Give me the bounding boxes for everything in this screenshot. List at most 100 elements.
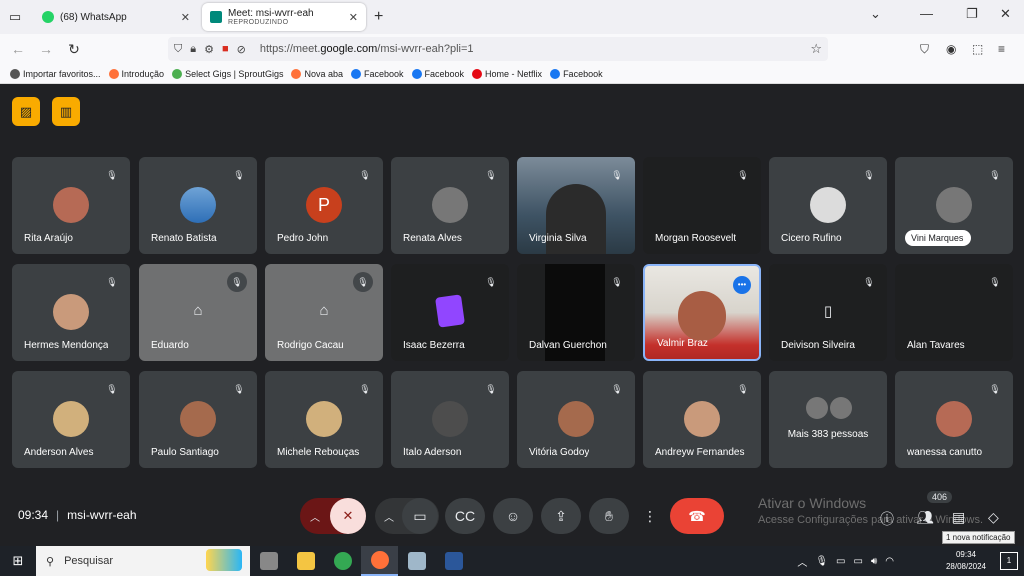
minimize-icon[interactable]: — bbox=[920, 6, 933, 21]
leave-call-button[interactable]: ☎︎ bbox=[670, 498, 724, 534]
back-icon[interactable]: ← bbox=[4, 41, 32, 57]
camera-icon[interactable]: ■ bbox=[222, 43, 229, 55]
chevron-down-icon[interactable]: ⌄ bbox=[870, 6, 881, 22]
participant-tile[interactable]: 🎙︎ Vitória Godoy bbox=[517, 371, 635, 468]
tab-whatsapp[interactable]: (68) WhatsApp ✕ bbox=[34, 3, 198, 31]
forward-icon[interactable]: → bbox=[32, 41, 60, 57]
tab-meet[interactable]: Meet: msi-wvrr-eah REPRODUZINDO ✕ bbox=[202, 3, 366, 31]
camera-off-icon[interactable]: ▨ bbox=[12, 97, 40, 126]
participant-tile[interactable]: 🎙︎ Paulo Santiago bbox=[139, 371, 257, 468]
camera-options-chevron-icon[interactable]: ︿ bbox=[376, 509, 402, 524]
taskbar-search[interactable]: ⚲ Pesquisar bbox=[36, 546, 250, 576]
mic-icon[interactable]: 🎙︎ bbox=[815, 556, 828, 567]
people-icon[interactable]: 👥︎ bbox=[916, 509, 934, 526]
bookmark-item[interactable]: Facebook bbox=[411, 68, 464, 79]
participant-tile[interactable]: 🎙︎ Renato Batista bbox=[139, 157, 257, 254]
participant-tile[interactable]: ▯ 🎙︎ Deivison Silveira bbox=[769, 264, 887, 361]
activities-icon[interactable]: ◇ bbox=[988, 509, 999, 526]
chevron-up-icon[interactable]: ︿ bbox=[797, 554, 807, 569]
new-tab-button[interactable]: + bbox=[374, 8, 383, 26]
extensions-icon[interactable]: ⬚ bbox=[972, 42, 983, 56]
participant-tile[interactable]: ⌂ 🎙︎ Eduardo bbox=[139, 264, 257, 361]
raise-hand-button[interactable]: ✋︎ bbox=[589, 498, 629, 534]
participant-tile[interactable]: 🎙︎ Alan Tavares bbox=[895, 264, 1013, 361]
participant-tile[interactable]: P 🎙︎ Pedro John bbox=[265, 157, 383, 254]
tab-list-icon[interactable]: ▭ bbox=[0, 2, 30, 32]
close-tab-icon[interactable]: ✕ bbox=[181, 11, 190, 24]
bookmark-star-icon[interactable]: ☆ bbox=[810, 41, 822, 57]
mic-muted-icon[interactable]: ⊘ bbox=[237, 43, 246, 56]
clock[interactable]: 09:34 28/08/2024 bbox=[946, 549, 986, 573]
participant-tile[interactable]: 🎙︎ Morgan Roosevelt bbox=[643, 157, 761, 254]
wifi-icon[interactable]: ◠ bbox=[885, 556, 894, 567]
meet-stage: ▨ ▥ 🎙︎ Rita Araújo 🎙︎ Renato Batista P 🎙︎ Pedr… bbox=[0, 85, 1024, 546]
speaking-indicator-icon: ••• bbox=[733, 276, 751, 294]
mic-muted-icon: 🎙︎ bbox=[611, 276, 623, 287]
bookmark-item[interactable]: Nova aba bbox=[291, 68, 343, 79]
participant-tile[interactable]: 🎙︎ Ítalo Aderson bbox=[391, 371, 509, 468]
avatar bbox=[306, 401, 342, 437]
shield-icon[interactable]: ⛉ bbox=[174, 43, 182, 56]
url-bar[interactable]: ⛉ 🔒︎ ⚙ ■ ⊘ https://meet.google.com/msi-w… bbox=[168, 37, 828, 61]
pocket-icon[interactable]: ⛉ bbox=[920, 42, 929, 57]
reload-icon[interactable]: ↻ bbox=[60, 41, 88, 58]
reactions-button[interactable]: ☺ bbox=[493, 498, 533, 534]
participant-name: Andreyw Fernandes bbox=[655, 447, 745, 458]
mic-muted-icon: 🎙︎ bbox=[737, 383, 749, 394]
lock-icon[interactable]: 🔒︎ bbox=[190, 43, 196, 56]
search-placeholder: Pesquisar bbox=[64, 555, 113, 567]
mic-muted-icon: 🎙︎ bbox=[359, 169, 371, 180]
present-button[interactable]: ⇪ bbox=[541, 498, 581, 534]
bookmark-item[interactable]: Introdução bbox=[108, 68, 164, 79]
camera-icon[interactable]: ▭ bbox=[402, 498, 438, 534]
participant-tile[interactable]: 🎙︎ Anderson Alves bbox=[12, 371, 130, 468]
firefox-taskbar-icon[interactable] bbox=[361, 546, 398, 576]
participant-tile[interactable]: 🎙︎ Andreyw Fernandes bbox=[643, 371, 761, 468]
word-taskbar-icon[interactable] bbox=[435, 546, 472, 576]
volume-icon[interactable]: 🔊︎ bbox=[871, 556, 877, 567]
participant-tile[interactable]: 🎙︎ wanessa canutto bbox=[895, 371, 1013, 468]
participant-name: Anderson Alves bbox=[24, 447, 94, 458]
participant-tile[interactable]: 🎙︎ Isaac Bezerra bbox=[391, 264, 509, 361]
netflix-icon bbox=[472, 68, 483, 79]
mic-options-chevron-icon[interactable]: ︿ bbox=[300, 509, 330, 524]
building-icon[interactable]: ▥ bbox=[52, 97, 80, 126]
restore-icon[interactable]: ❐ bbox=[966, 6, 978, 22]
network-icon[interactable]: ▭ bbox=[854, 556, 863, 567]
file-explorer-taskbar-icon[interactable] bbox=[287, 546, 324, 576]
notification-center-icon[interactable]: 1 bbox=[1000, 552, 1018, 570]
windows-start-icon[interactable]: ⊞ bbox=[0, 553, 36, 569]
more-options-button[interactable]: ⋮ bbox=[637, 498, 663, 534]
close-tab-icon[interactable]: ✕ bbox=[349, 11, 358, 24]
participant-tile[interactable]: 🎙︎ Rita Araújo bbox=[12, 157, 130, 254]
participant-tile[interactable]: Mais 383 pessoas bbox=[769, 371, 887, 468]
participant-tile[interactable]: 🎙︎ Dalvan Guerchon bbox=[517, 264, 635, 361]
permissions-icon[interactable]: ⚙ bbox=[204, 43, 214, 56]
participant-tile[interactable]: 🎙︎ Renata Alves bbox=[391, 157, 509, 254]
task-view-taskbar-icon[interactable] bbox=[250, 546, 287, 576]
bookmark-item[interactable]: Facebook bbox=[550, 68, 603, 79]
bookmark-item[interactable]: Home - Netflix bbox=[472, 68, 542, 79]
bookmark-item[interactable]: Facebook bbox=[350, 68, 404, 79]
windows-taskbar: ⊞ ⚲ Pesquisar ︿ 🎙︎ ▭ ▭ 🔊︎ ◠ 09:34 28/08/… bbox=[0, 546, 1024, 576]
participant-tile[interactable]: 🎙︎ Michele Rebouças bbox=[265, 371, 383, 468]
info-icon[interactable]: ⓘ bbox=[880, 509, 894, 529]
app-5-taskbar-icon[interactable] bbox=[398, 546, 435, 576]
battery-icon[interactable]: ▭ bbox=[836, 556, 845, 567]
participant-tile[interactable]: 🎙︎ Cicero Rufino bbox=[769, 157, 887, 254]
participant-tile[interactable]: 🎙︎ Hermes Mendonça bbox=[12, 264, 130, 361]
captions-button[interactable]: CC bbox=[445, 498, 485, 534]
participant-tile[interactable]: 🎙︎ Virginia Silva bbox=[517, 157, 635, 254]
mic-off-icon[interactable]: ✕ bbox=[330, 498, 366, 534]
participant-tile[interactable]: ••• Valmir Braz bbox=[643, 264, 761, 361]
chat-icon[interactable]: ▤ bbox=[952, 509, 965, 526]
bookmark-item[interactable]: Importar favoritos... bbox=[10, 68, 101, 79]
bookmark-item[interactable]: Select Gigs | SproutGigs bbox=[172, 68, 283, 79]
menu-icon[interactable]: ≡ bbox=[998, 42, 1005, 56]
leaf-icon bbox=[172, 68, 183, 79]
account-icon[interactable]: ◉ bbox=[946, 42, 956, 56]
participant-tile[interactable]: ⌂ 🎙︎ Rodrigo Cacau bbox=[265, 264, 383, 361]
chrome-taskbar-icon[interactable] bbox=[324, 546, 361, 576]
close-window-icon[interactable]: ✕ bbox=[1000, 6, 1011, 22]
participant-tile[interactable]: 🎙︎ Vini Marques bbox=[895, 157, 1013, 254]
